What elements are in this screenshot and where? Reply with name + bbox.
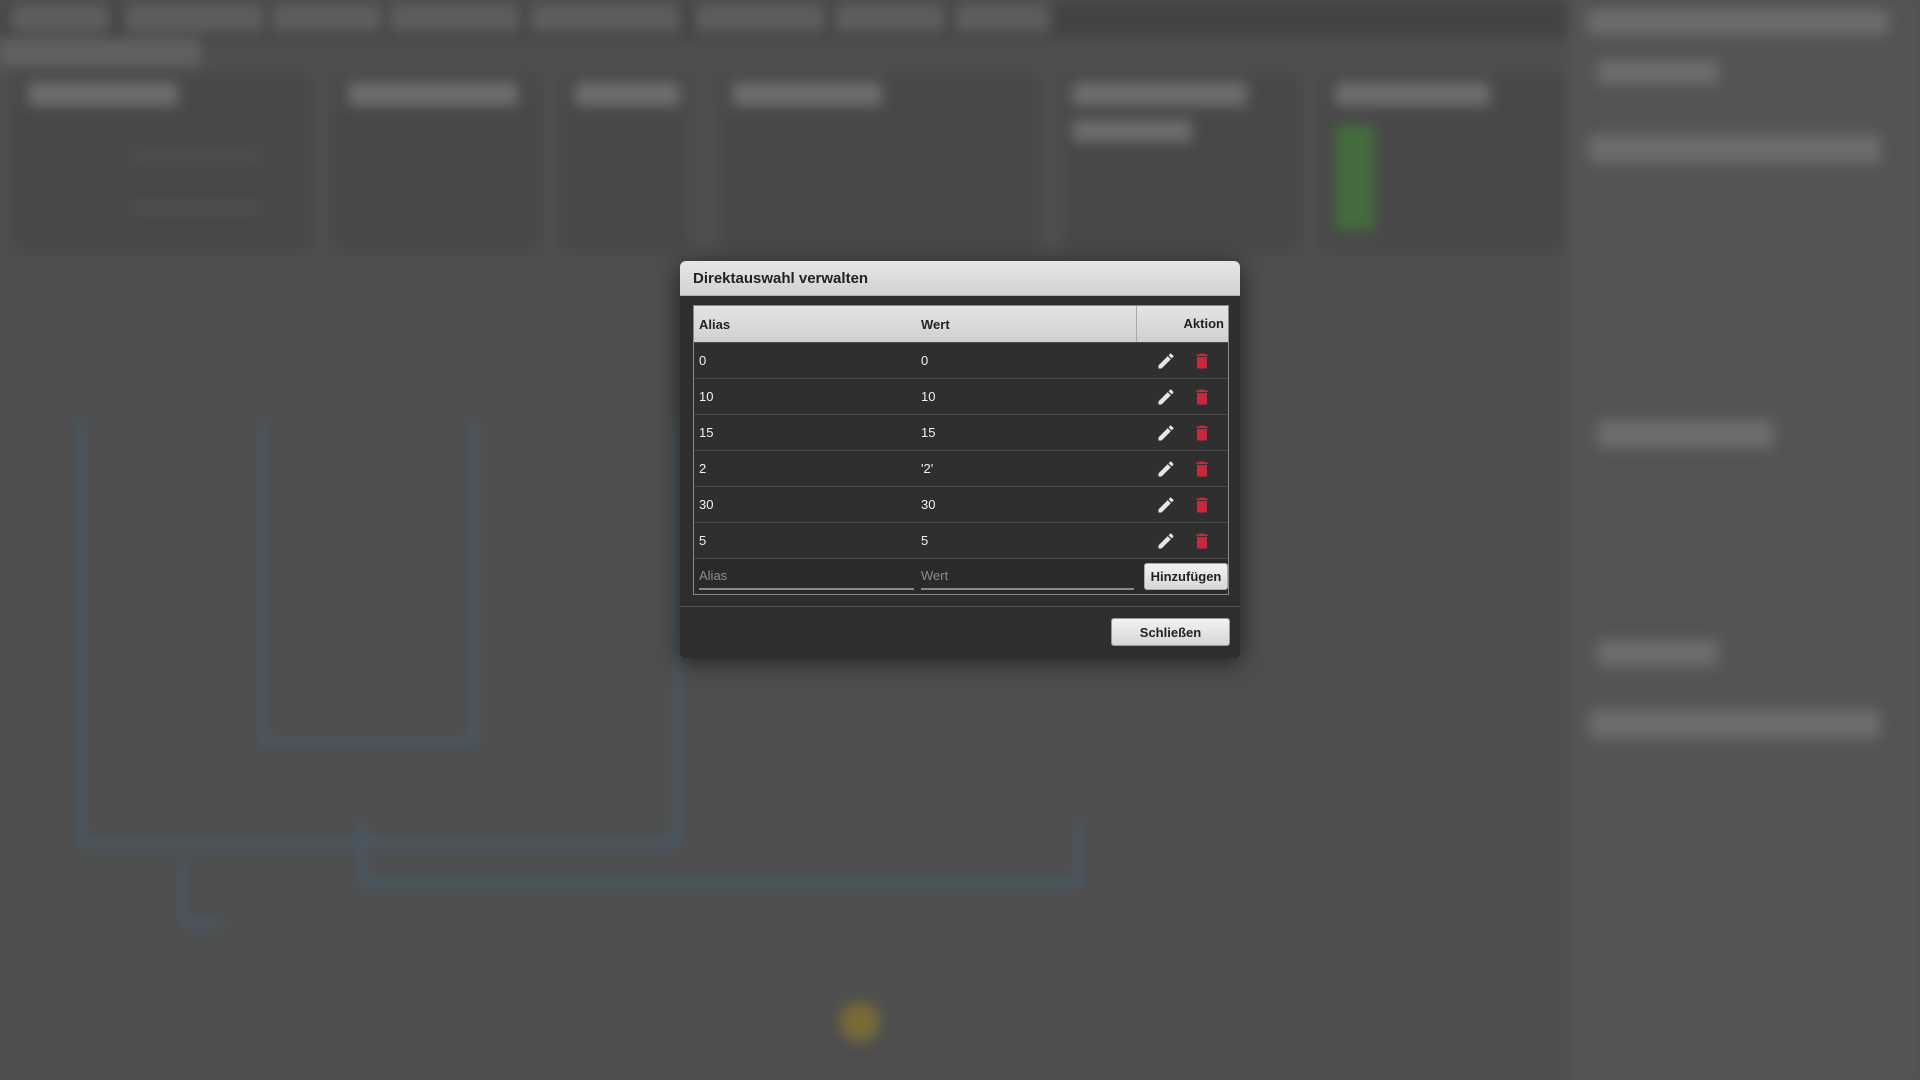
row-alias: 0: [699, 353, 707, 368]
column-header-aktion: Aktion: [1136, 306, 1228, 342]
row-alias: 5: [699, 533, 707, 548]
pencil-icon[interactable]: [1154, 529, 1178, 553]
row-wert: 10: [921, 389, 936, 404]
row-actions: [1136, 385, 1228, 409]
dialog-body: Alias Wert Aktion 00101015152'2'303055 H…: [680, 296, 1240, 595]
trash-icon[interactable]: [1190, 385, 1214, 409]
row-actions: [1136, 349, 1228, 373]
wert-input[interactable]: [921, 563, 1134, 590]
table-row: 10 10: [694, 378, 1228, 414]
trash-icon[interactable]: [1190, 349, 1214, 373]
column-header-alias: Alias: [699, 316, 731, 332]
table-row: 55: [694, 522, 1228, 558]
table-row: 2 '2': [694, 450, 1228, 486]
pencil-icon[interactable]: [1154, 421, 1178, 445]
row-actions: [1136, 421, 1228, 445]
alias-input[interactable]: [699, 563, 914, 590]
table-row: 30 30: [694, 486, 1228, 522]
add-button[interactable]: Hinzufügen: [1144, 563, 1228, 590]
close-button[interactable]: Schließen: [1111, 618, 1230, 646]
direktauswahl-dialog: Direktauswahl verwalten Alias Wert Aktio…: [680, 261, 1240, 658]
row-wert: 15: [921, 425, 936, 440]
row-wert: 5: [921, 533, 929, 548]
table-header: Alias Wert Aktion: [694, 306, 1228, 342]
row-alias: 2: [699, 461, 707, 476]
pencil-icon[interactable]: [1154, 349, 1178, 373]
table-row: 00: [694, 342, 1228, 378]
row-alias: 15: [699, 425, 714, 440]
trash-icon[interactable]: [1190, 493, 1214, 517]
column-header-wert: Wert: [921, 316, 950, 332]
direktauswahl-table: Alias Wert Aktion 00101015152'2'303055 H…: [693, 305, 1229, 595]
table-rows: 0 0 10 10 15 15 2'2' 30 30 5 5: [694, 342, 1228, 558]
pencil-icon[interactable]: [1154, 457, 1178, 481]
row-actions: [1136, 493, 1228, 517]
row-alias: 30: [699, 497, 714, 512]
pencil-icon[interactable]: [1154, 493, 1178, 517]
trash-icon[interactable]: [1190, 529, 1214, 553]
new-entry-row: Hinzufügen: [694, 558, 1228, 594]
row-actions: [1136, 529, 1228, 553]
table-row: 15 15: [694, 414, 1228, 450]
dialog-title: Direktauswahl verwalten: [680, 261, 1240, 296]
row-wert: 0: [921, 353, 929, 368]
pencil-icon[interactable]: [1154, 385, 1178, 409]
trash-icon[interactable]: [1190, 457, 1214, 481]
row-alias: 10: [699, 389, 714, 404]
row-wert: 30: [921, 497, 936, 512]
row-wert: '2': [921, 461, 934, 476]
trash-icon[interactable]: [1190, 421, 1214, 445]
row-actions: [1136, 457, 1228, 481]
dialog-footer: Schließen: [680, 606, 1240, 658]
